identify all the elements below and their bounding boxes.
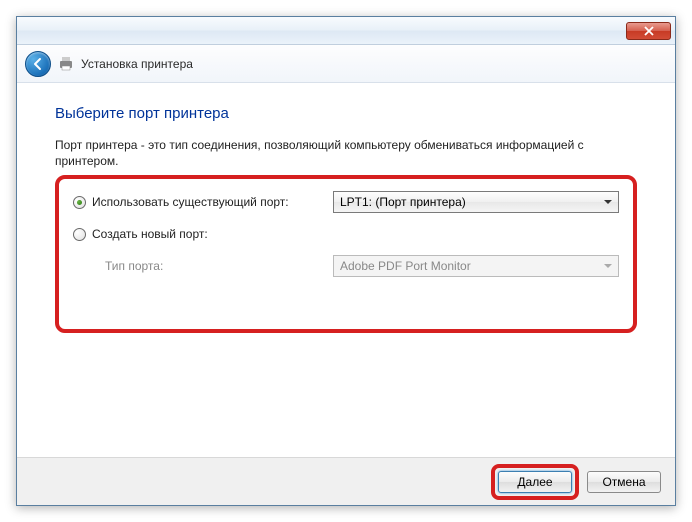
existing-port-select[interactable]: LPT1: (Порт принтера) <box>333 191 619 213</box>
port-options-highlight: Использовать существующий порт: LPT1: (П… <box>55 175 637 333</box>
port-type-row: Тип порта: Adobe PDF Port Monitor <box>73 255 619 277</box>
chevron-down-icon <box>604 200 612 204</box>
page-description: Порт принтера - это тип соединения, позв… <box>55 138 637 169</box>
printer-icon <box>57 55 75 73</box>
wizard-window: Установка принтера Выберите порт принтер… <box>16 16 676 506</box>
port-type-label-col: Тип порта: <box>73 259 333 273</box>
header-title: Установка принтера <box>81 57 193 71</box>
next-button[interactable]: Далее <box>498 471 572 493</box>
cancel-button[interactable]: Отмена <box>587 471 661 493</box>
option-create-new-row: Создать новый порт: <box>73 227 619 241</box>
content-area: Выберите порт принтера Порт принтера - э… <box>17 83 675 343</box>
port-type-select: Adobe PDF Port Monitor <box>333 255 619 277</box>
radio-use-existing[interactable]: Использовать существующий порт: <box>73 195 333 209</box>
use-existing-label: Использовать существующий порт: <box>92 195 289 209</box>
next-button-highlight: Далее <box>491 464 579 500</box>
close-button[interactable] <box>626 22 671 40</box>
create-new-label: Создать новый порт: <box>92 227 208 241</box>
close-icon <box>644 26 654 36</box>
port-type-value: Adobe PDF Port Monitor <box>340 259 471 273</box>
option-use-existing-row: Использовать существующий порт: LPT1: (П… <box>73 191 619 213</box>
page-title: Выберите порт принтера <box>55 105 637 122</box>
header-bar: Установка принтера <box>17 45 675 83</box>
back-button[interactable] <box>25 51 51 77</box>
footer-bar: Далее Отмена <box>17 457 675 505</box>
port-type-label: Тип порта: <box>73 259 163 273</box>
titlebar <box>17 17 675 45</box>
back-arrow-icon <box>31 57 45 71</box>
radio-icon <box>73 228 86 241</box>
radio-create-new[interactable]: Создать новый порт: <box>73 227 333 241</box>
existing-port-value: LPT1: (Порт принтера) <box>340 195 466 209</box>
radio-icon <box>73 196 86 209</box>
chevron-down-icon <box>604 264 612 268</box>
